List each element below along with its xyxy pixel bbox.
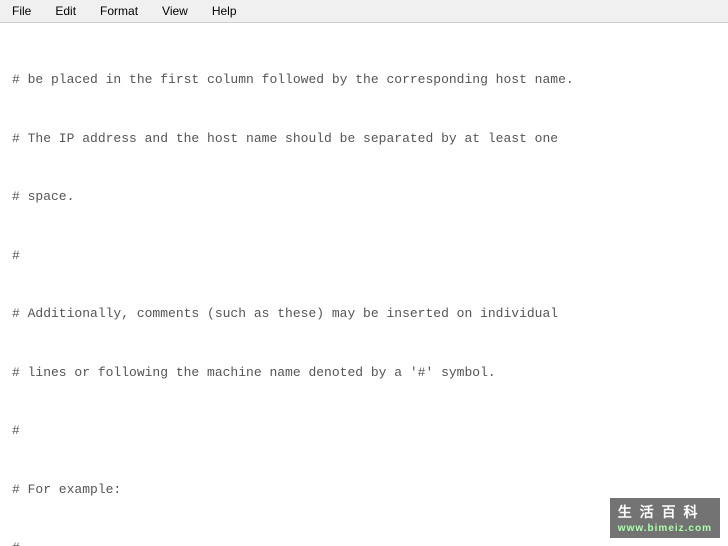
menu-help[interactable]: Help xyxy=(208,3,241,19)
comment-block: # be placed in the first column followed… xyxy=(12,31,716,546)
menu-format[interactable]: Format xyxy=(96,3,142,19)
comment-line-9: # xyxy=(12,538,716,546)
comment-line-3: # space. xyxy=(12,187,716,207)
watermark: 生 活 百 科 www.bimeiz.com xyxy=(610,498,720,538)
comment-line-4: # xyxy=(12,246,716,266)
comment-line-2: # The IP address and the host name shoul… xyxy=(12,129,716,149)
comment-line-7: # xyxy=(12,421,716,441)
watermark-url: www.bimeiz.com xyxy=(618,523,712,534)
comment-line-8: # For example: xyxy=(12,480,716,500)
watermark-text: 生 活 百 科 xyxy=(618,504,700,520)
menu-view[interactable]: View xyxy=(158,3,192,19)
comment-line-1: # be placed in the first column followed… xyxy=(12,70,716,90)
menu-bar: File Edit Format View Help xyxy=(0,0,728,23)
content-area: # be placed in the first column followed… xyxy=(0,23,728,546)
menu-edit[interactable]: Edit xyxy=(51,3,80,19)
menu-file[interactable]: File xyxy=(8,3,35,19)
comment-line-5: # Additionally, comments (such as these)… xyxy=(12,304,716,324)
window: File Edit Format View Help # be placed i… xyxy=(0,0,728,546)
comment-line-6: # lines or following the machine name de… xyxy=(12,363,716,383)
